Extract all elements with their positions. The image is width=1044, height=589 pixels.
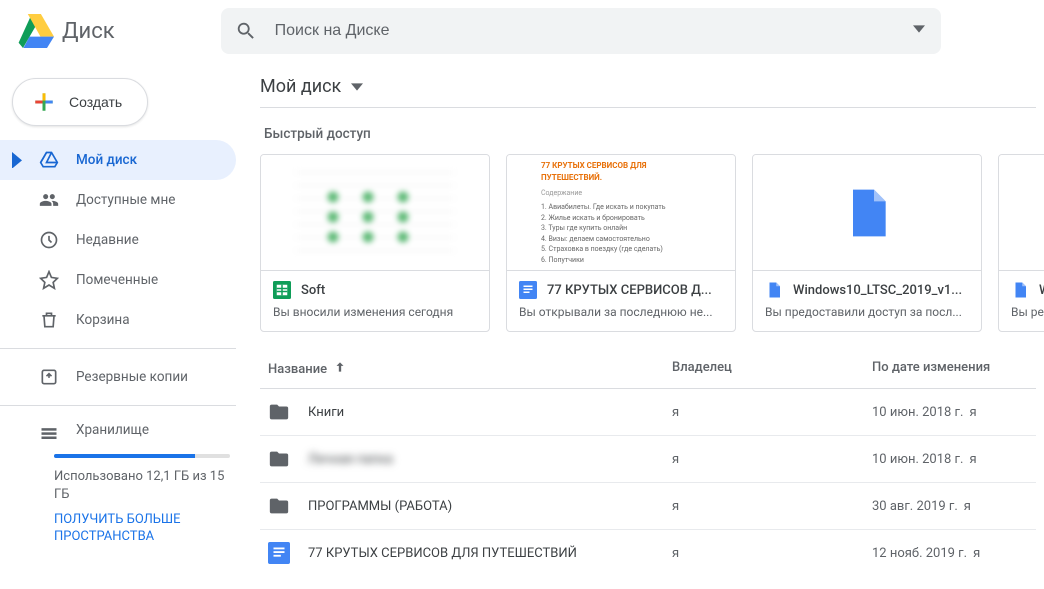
storage-upgrade-link[interactable]: ПОЛУЧИТЬ БОЛЬШЕ ПРОСТРАНСТВА	[54, 512, 230, 546]
search-input[interactable]	[275, 22, 927, 40]
file-owner: я	[672, 452, 872, 467]
folder-icon	[268, 448, 290, 470]
table-row[interactable]: 77 КРУТЫХ СЕРВИСОВ ДЛЯ ПУТЕШЕСТВИЙ я 12 …	[260, 530, 1036, 568]
file-date: 12 нояб. 2019 г.я	[872, 546, 1032, 561]
quick-card-name: 77 КРУТЫХ СЕРВИСОВ Д...	[547, 283, 712, 298]
quick-card-name: Soft	[301, 283, 325, 298]
breadcrumb[interactable]: Мой диск	[260, 76, 1036, 108]
sort-arrow-up-icon	[333, 360, 347, 378]
quick-thumbnail: 77 КРУТЫХ СЕРВИСОВ ДЛЯ ПУТЕШЕСТВИЙ. Соде…	[507, 155, 735, 271]
quick-card[interactable]: Soft Вы вносили изменения сегодня	[260, 154, 490, 332]
sidebar-item-backups[interactable]: Резервные копии	[0, 357, 236, 397]
table-row[interactable]: ПРОГРАММЫ (РАБОТА) я 30 авг. 2019 г.я	[260, 483, 1036, 530]
quick-access-heading: Быстрый доступ	[264, 126, 1044, 142]
docs-icon	[519, 281, 537, 299]
sidebar-item-storage[interactable]: Хранилище	[0, 414, 236, 454]
sidebar-item-label: Резервные копии	[76, 369, 188, 385]
quick-thumbnail	[753, 155, 981, 271]
plus-icon	[31, 89, 57, 115]
file-owner: я	[672, 405, 872, 420]
quick-card[interactable]: 77 КРУТЫХ СЕРВИСОВ ДЛЯ ПУТЕШЕСТВИЙ. Соде…	[506, 154, 736, 332]
sidebar-item-starred[interactable]: Помеченные	[0, 260, 236, 300]
storage-used-text: Использовано 12,1 ГБ из 15 ГБ	[54, 468, 230, 504]
app-name: Диск	[62, 19, 115, 44]
column-name[interactable]: Название	[268, 360, 672, 378]
docs-icon	[268, 542, 290, 564]
sidebar-item-trash[interactable]: Корзина	[0, 300, 236, 340]
file-icon	[765, 281, 783, 299]
expand-icon	[12, 152, 22, 169]
search-options-dropdown[interactable]	[913, 23, 925, 39]
quick-thumbnail	[999, 155, 1044, 271]
file-owner: я	[672, 546, 872, 561]
quick-card-sub: Вы ре	[1011, 305, 1044, 319]
people-icon	[38, 190, 60, 210]
quick-card-sub: Вы предоставили доступ за посл...	[765, 305, 969, 319]
main-content: Мой диск Быстрый доступ Soft Вы вносили …	[250, 62, 1044, 589]
folder-icon	[268, 495, 290, 517]
storage-progress-bar	[54, 454, 230, 458]
sidebar-item-label: Недавние	[76, 232, 139, 248]
file-date: 30 авг. 2019 г.я	[872, 499, 1032, 514]
file-list: Книги я 10 июн. 2018 г.я Личная папка я …	[260, 389, 1044, 568]
file-name: 77 КРУТЫХ СЕРВИСОВ ДЛЯ ПУТЕШЕСТВИЙ	[308, 546, 577, 561]
star-icon	[38, 270, 60, 290]
storage-icon	[38, 424, 60, 444]
file-icon	[839, 185, 895, 241]
table-row[interactable]: Личная папка я 10 июн. 2018 г.я	[260, 436, 1036, 483]
clock-icon	[38, 230, 60, 250]
sidebar-item-label: Доступные мне	[76, 192, 175, 208]
sidebar-item-label: Помеченные	[76, 272, 158, 288]
sidebar-item-label: Корзина	[76, 312, 130, 328]
chevron-down-icon	[351, 81, 363, 93]
sidebar: Создать Мой диск Доступные мне Недавние	[0, 62, 250, 589]
sidebar-item-recent[interactable]: Недавние	[0, 220, 236, 260]
table-row[interactable]: Книги я 10 июн. 2018 г.я	[260, 389, 1036, 436]
file-owner: я	[672, 499, 872, 514]
sidebar-item-label: Мой диск	[76, 152, 137, 168]
quick-card-sub: Вы открывали за последнюю не...	[519, 305, 723, 319]
app-header: Диск	[0, 0, 1044, 62]
create-button-label: Создать	[69, 94, 122, 110]
sidebar-item-shared[interactable]: Доступные мне	[0, 180, 236, 220]
sheets-icon	[273, 281, 291, 299]
quick-thumbnail	[261, 155, 489, 271]
create-button[interactable]: Создать	[12, 78, 148, 126]
file-name: Личная папка	[308, 452, 393, 467]
search-icon[interactable]	[235, 20, 257, 42]
file-name: Книги	[308, 405, 344, 420]
file-icon	[1011, 281, 1029, 299]
folder-icon	[268, 401, 290, 423]
drive-icon	[38, 150, 60, 170]
quick-access-row: Soft Вы вносили изменения сегодня 77 КРУ…	[260, 154, 1044, 332]
quick-card-name: Windows10_LTSC_2019_v1...	[793, 283, 962, 298]
page-title: Мой диск	[260, 76, 341, 97]
storage-widget: Использовано 12,1 ГБ из 15 ГБ ПОЛУЧИТЬ Б…	[0, 454, 250, 546]
column-owner[interactable]: Владелец	[672, 360, 872, 378]
sidebar-item-mydrive[interactable]: Мой диск	[0, 140, 236, 180]
quick-card[interactable]: W Вы ре	[998, 154, 1044, 332]
chevron-down-icon	[913, 23, 925, 35]
column-date[interactable]: По дате изменения	[872, 360, 1032, 378]
app-logo[interactable]: Диск	[12, 8, 119, 54]
quick-card[interactable]: Windows10_LTSC_2019_v1... Вы предоставил…	[752, 154, 982, 332]
sidebar-item-label: Хранилище	[76, 422, 149, 438]
table-header: Название Владелец По дате изменения	[260, 350, 1036, 389]
drive-logo-icon	[16, 12, 54, 50]
quick-card-name: W	[1039, 283, 1044, 298]
search-bar	[221, 8, 941, 54]
backup-icon	[38, 367, 60, 387]
file-date: 10 июн. 2018 г.я	[872, 452, 1032, 467]
file-date: 10 июн. 2018 г.я	[872, 405, 1032, 420]
trash-icon	[38, 310, 60, 330]
quick-card-sub: Вы вносили изменения сегодня	[273, 305, 477, 319]
file-name: ПРОГРАММЫ (РАБОТА)	[308, 499, 452, 514]
